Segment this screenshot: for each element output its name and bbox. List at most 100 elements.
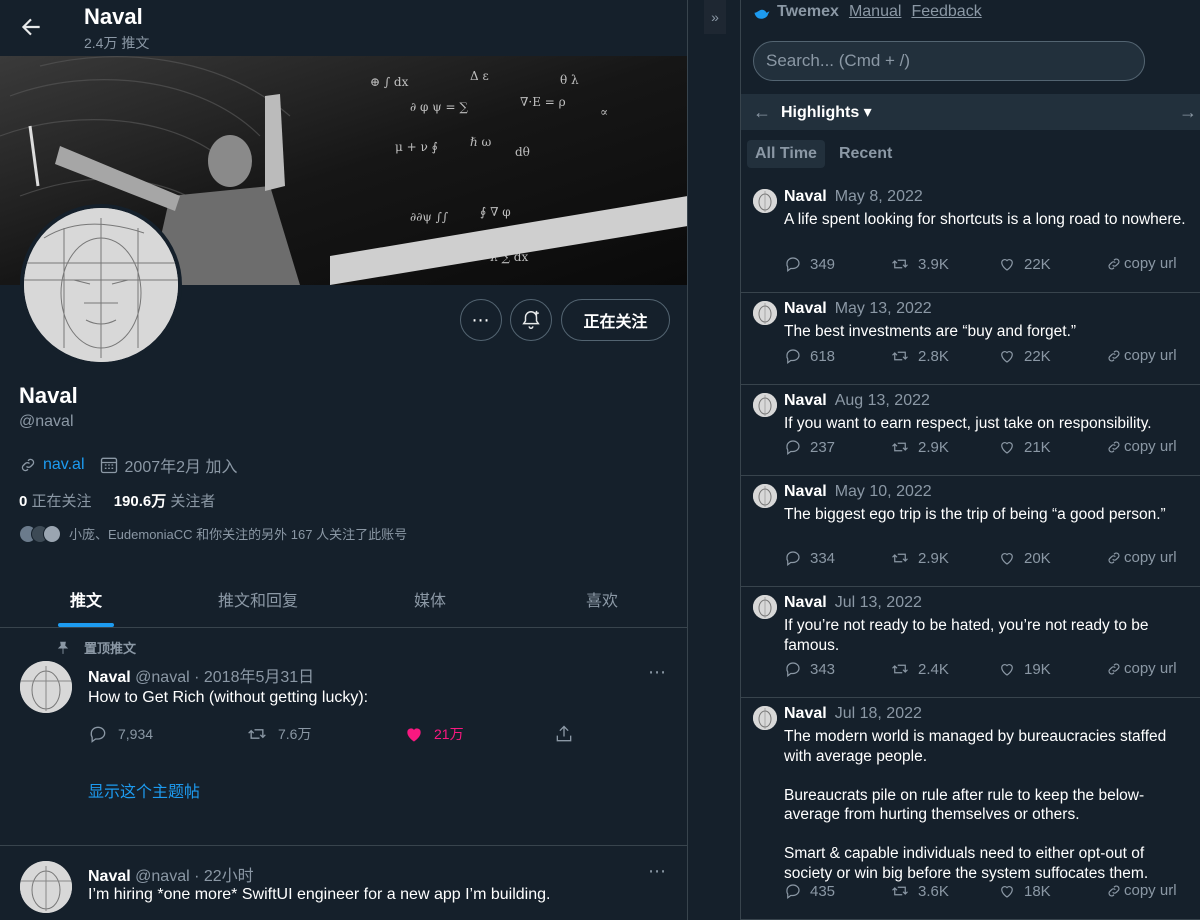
tab-media[interactable]: 媒体 [344, 570, 516, 627]
highlight-text: A life spent looking for shortcuts is a … [784, 211, 1186, 228]
share-icon [556, 725, 572, 742]
tweet-avatar[interactable] [20, 661, 72, 713]
double-chevron-icon: » [711, 9, 719, 25]
tweet-author[interactable]: Naval [88, 669, 131, 686]
followers-count-link[interactable]: 190.6万 关注者 [114, 493, 216, 510]
tweet-avatar[interactable] [20, 861, 72, 913]
highlight-text: If you want to earn respect, just take o… [784, 415, 1152, 432]
segment-recent[interactable]: Recent [831, 140, 900, 168]
highlight-author[interactable]: Naval [784, 483, 827, 500]
highlight-author[interactable]: Naval [784, 300, 827, 317]
highlight-author[interactable]: Naval [784, 188, 827, 205]
segment-all-time[interactable]: All Time [747, 140, 825, 168]
highlight-date[interactable]: May 10, 2022 [835, 483, 932, 500]
highlight-item[interactable]: Naval May 10, 2022 The biggest ego trip i… [741, 476, 1200, 587]
reply-count: 349 [784, 255, 835, 273]
highlight-item[interactable]: Naval Jul 13, 2022 If you’re not ready to… [741, 587, 1200, 698]
retweet-count: 3.9K [890, 255, 949, 273]
like-count: 18K [998, 882, 1051, 900]
time-segment: All Time Recent [747, 140, 900, 168]
following-button[interactable]: 正在关注 [561, 299, 670, 341]
highlight-avatar [753, 189, 777, 213]
highlight-actions: 435 3.6K 18K copy url [784, 882, 1194, 902]
highlight-text: The biggest ego trip is the trip of bein… [784, 506, 1166, 523]
highlight-item[interactable]: Naval May 13, 2022 The best investments a… [741, 293, 1200, 385]
heart-icon [1001, 259, 1013, 271]
svg-text:Δ ε: Δ ε [470, 69, 489, 83]
link-icon [1108, 885, 1120, 896]
tab-tweets[interactable]: 推文 [0, 570, 172, 627]
highlight-date[interactable]: May 8, 2022 [835, 188, 923, 205]
svg-text:ℏ ω: ℏ ω [470, 135, 492, 149]
follower-avatars [19, 524, 61, 543]
highlight-avatar [753, 706, 777, 730]
more-options-button[interactable]: ⋯ [460, 299, 502, 341]
reply-icon [786, 551, 800, 566]
highlight-date[interactable]: Jul 13, 2022 [835, 594, 922, 611]
retweet-button[interactable]: 7.6万 [246, 724, 311, 744]
bell-plus-icon [522, 310, 540, 329]
tab-likes[interactable]: 喜欢 [516, 570, 687, 627]
profile-column: Naval 2.4万 推文 ⊕ ∫ dx ∂ φ ψ = ∑ Δ ε ∇·E = ρ… [0, 0, 688, 920]
copy-url-button[interactable]: copy url [1106, 882, 1177, 899]
highlights-dropdown[interactable]: Highlights ▾ [781, 102, 872, 122]
highlight-author[interactable]: Naval [784, 705, 827, 722]
svg-text:dθ: dθ [515, 145, 530, 159]
feedback-link[interactable]: Feedback [911, 3, 981, 21]
highlight-date[interactable]: May 13, 2022 [835, 300, 932, 317]
highlight-date[interactable]: Aug 13, 2022 [835, 392, 930, 409]
profile-link[interactable]: nav.al [43, 456, 85, 474]
tweet-more-button[interactable]: ⋯ [648, 861, 667, 882]
reply-button[interactable]: 7,934 [88, 724, 153, 744]
prev-arrow-icon[interactable]: ← [753, 102, 771, 123]
copy-url-button[interactable]: copy url [1106, 660, 1177, 677]
topbar-tweet-count: 2.4万 推文 [84, 35, 150, 51]
link-icon [1108, 258, 1120, 269]
highlight-author[interactable]: Naval [784, 594, 827, 611]
profile-name: Naval [19, 383, 78, 408]
profile-avatar[interactable] [20, 204, 182, 366]
tweet-more-button[interactable]: ⋯ [648, 662, 667, 683]
copy-url-button[interactable]: copy url [1106, 438, 1177, 455]
highlight-item[interactable]: Naval May 8, 2022 A life spent looking fo… [741, 181, 1200, 293]
reply-icon [786, 662, 800, 677]
tweet-author[interactable]: Naval [88, 868, 131, 885]
heart-icon [1001, 553, 1013, 565]
back-arrow-icon[interactable] [18, 14, 44, 40]
twemex-search-input[interactable] [753, 41, 1145, 81]
next-arrow-icon[interactable]: → [1179, 102, 1197, 123]
profile-topbar: Naval 2.4万 推文 [0, 0, 687, 56]
tab-tweets-replies[interactable]: 推文和回复 [172, 570, 344, 627]
highlight-header: Naval May 13, 2022 [784, 300, 932, 318]
copy-url-button[interactable]: copy url [1106, 255, 1177, 272]
highlight-item[interactable]: Naval Jul 18, 2022 The modern world is ma… [741, 698, 1200, 920]
highlights-header: ← Highlights ▾ → [741, 94, 1200, 130]
collapse-panel-button[interactable]: » [704, 0, 726, 34]
heart-icon [1001, 664, 1013, 676]
highlight-header: Naval Jul 13, 2022 [784, 594, 922, 612]
highlight-actions: 618 2.8K 22K copy url [784, 347, 1194, 367]
copy-url-button[interactable]: copy url [1106, 549, 1177, 566]
like-button[interactable]: 21万 [404, 724, 464, 744]
share-button[interactable] [554, 724, 574, 744]
following-count-link[interactable]: 0 正在关注 [19, 493, 92, 510]
link-icon [1108, 350, 1120, 361]
profile-meta: nav.al 2007年2月 加入 [19, 453, 237, 477]
heart-icon [1001, 442, 1013, 454]
profile-tabs: 推文 推文和回复 媒体 喜欢 [0, 570, 687, 628]
calendar-icon [100, 457, 117, 474]
highlight-item[interactable]: Naval Aug 13, 2022 If you want to earn re… [741, 385, 1200, 476]
show-thread-link[interactable]: 显示这个主题帖 [88, 778, 200, 802]
manual-link[interactable]: Manual [849, 3, 901, 21]
highlight-author[interactable]: Naval [784, 392, 827, 409]
highlight-date[interactable]: Jul 18, 2022 [835, 705, 922, 722]
like-count: 22K [998, 347, 1051, 365]
followed-by[interactable]: 小庞、EudemoniaCC 和你关注的另外 167 人关注了此账号 [19, 524, 407, 543]
heart-icon [407, 728, 421, 742]
svg-text:∝: ∝ [600, 105, 608, 119]
twemex-topbar: Twemex Manual Feedback [741, 0, 1200, 24]
notify-button[interactable] [510, 299, 552, 341]
highlight-actions: 334 2.9K 20K copy url [784, 549, 1194, 569]
copy-url-button[interactable]: copy url [1106, 347, 1177, 364]
highlight-actions: 343 2.4K 19K copy url [784, 660, 1194, 680]
